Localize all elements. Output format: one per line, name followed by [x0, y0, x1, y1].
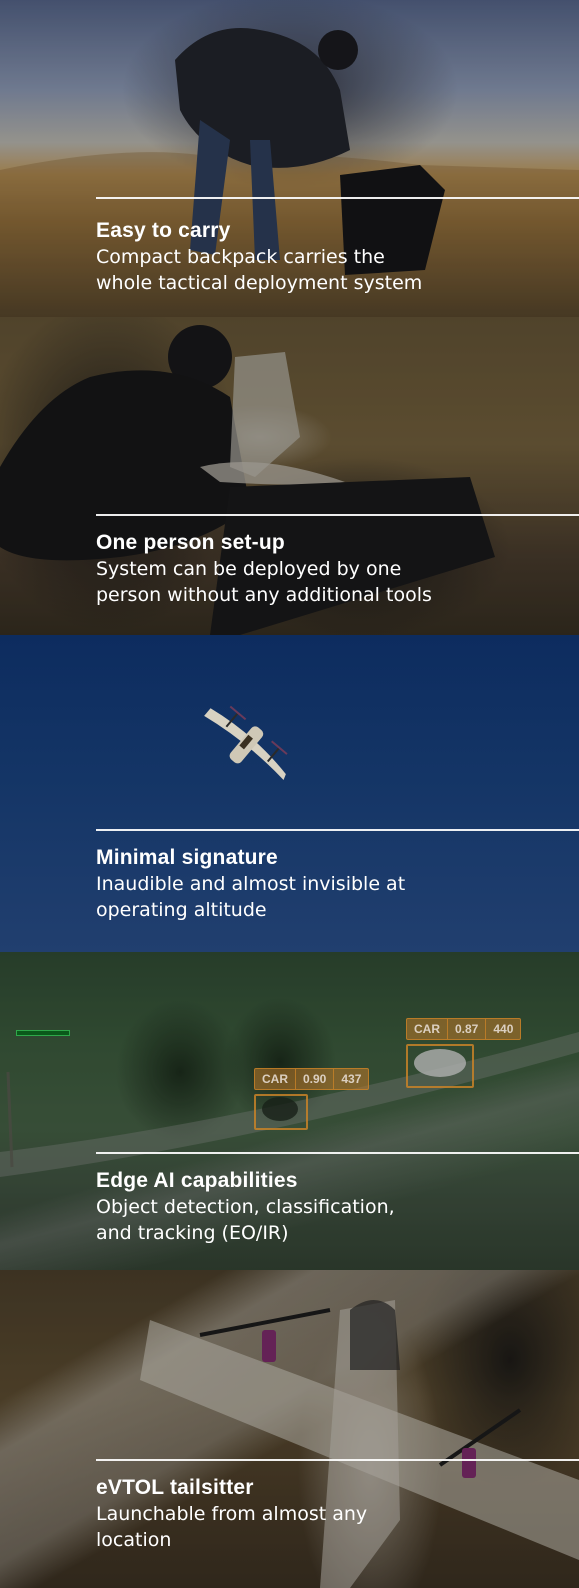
detection-box — [406, 1044, 474, 1088]
feature-caption: One person set-up System can be deployed… — [96, 530, 567, 608]
divider-line — [96, 197, 579, 199]
feature-caption: eVTOL tailsitter Launchable from almost … — [96, 1475, 567, 1553]
divider-line — [96, 1459, 579, 1461]
feature-description: Compact backpack carries the whole tacti… — [96, 246, 423, 294]
detection-box — [254, 1094, 308, 1130]
feature-title: Easy to carry — [96, 219, 231, 242]
feature-panel-minimal-signature: Minimal signature Inaudible and almost i… — [0, 635, 579, 952]
feature-description: Inaudible and almost invisible at operat… — [96, 873, 406, 921]
divider-line — [96, 829, 579, 831]
divider-line — [96, 1152, 579, 1154]
feature-caption: Edge AI capabilities Object detection, c… — [96, 1168, 567, 1246]
feature-title: Edge AI capabilities — [96, 1169, 298, 1192]
feature-description: Object detection, classification, and tr… — [96, 1196, 395, 1244]
feature-title: One person set-up — [96, 531, 285, 554]
feature-title: eVTOL tailsitter — [96, 1476, 254, 1499]
detection-confidence: 0.87 — [448, 1019, 487, 1039]
detection-id: 437 — [341, 1072, 362, 1086]
detection-class: CAR — [255, 1069, 296, 1089]
feature-caption: Easy to carry Compact backpack carries t… — [96, 218, 567, 296]
feature-caption: Minimal signature Inaudible and almost i… — [96, 845, 567, 923]
feature-panel-edge-ai: CAR 0.87 440 CAR 0.90 437 Edge AI capabi… — [0, 952, 579, 1270]
feature-panel-evtol-tailsitter: eVTOL tailsitter Launchable from almost … — [0, 1270, 579, 1588]
feature-description: System can be deployed by one person wit… — [96, 558, 432, 606]
detection-label: CAR 0.87 440 — [406, 1018, 522, 1040]
detection-label: CAR 0.90 437 — [254, 1068, 370, 1090]
detection-confidence: 0.90 — [296, 1069, 335, 1089]
feature-description: Launchable from almost any location — [96, 1503, 368, 1551]
feature-list: Easy to carry Compact backpack carries t… — [0, 0, 579, 1588]
feature-panel-one-person-setup: One person set-up System can be deployed… — [0, 317, 579, 635]
tracker-indicator — [16, 1030, 70, 1036]
detection-id: 440 — [493, 1022, 514, 1036]
detection-class: CAR — [407, 1019, 448, 1039]
feature-panel-easy-to-carry: Easy to carry Compact backpack carries t… — [0, 0, 579, 317]
divider-line — [96, 514, 579, 516]
feature-title: Minimal signature — [96, 846, 278, 869]
